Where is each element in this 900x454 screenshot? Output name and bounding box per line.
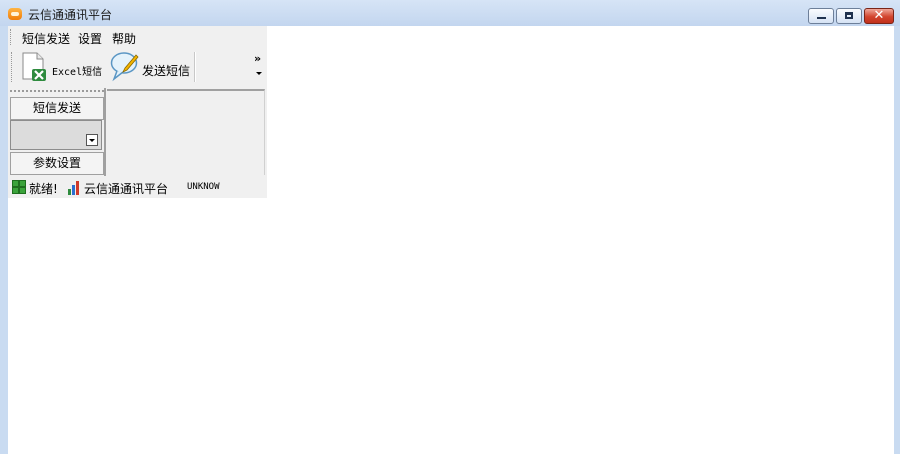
navigation-panel-area: 短信发送 参数设置 xyxy=(8,88,267,176)
nav-parameter-settings[interactable]: 参数设置 xyxy=(10,152,104,175)
status-ready-text: 就绪! xyxy=(29,182,58,196)
content-pane xyxy=(107,89,265,175)
panel-drag-handle[interactable] xyxy=(10,90,104,92)
minimize-icon xyxy=(817,17,826,19)
minimize-button[interactable] xyxy=(808,8,834,24)
close-button[interactable]: ✕ xyxy=(864,8,894,24)
nav-combo-box[interactable] xyxy=(10,120,102,150)
excel-sms-label: Excel短信 xyxy=(52,67,103,78)
excel-sms-button[interactable]: Excel短信 xyxy=(18,50,104,84)
status-platform-text: 云信通通讯平台 xyxy=(84,182,169,196)
send-sms-label: 发送短信 xyxy=(142,64,191,78)
menu-help[interactable]: 帮助 xyxy=(112,30,136,47)
menu-settings[interactable]: 设置 xyxy=(78,30,102,47)
maximize-button[interactable] xyxy=(836,8,862,24)
window-title: 云信通通讯平台 xyxy=(28,8,113,22)
menu-grip[interactable] xyxy=(10,29,13,45)
menu-sms-send[interactable]: 短信发送 xyxy=(22,30,70,47)
excel-document-icon xyxy=(22,52,46,81)
toolbar: Excel短信 发送短信 » xyxy=(8,48,267,88)
send-sms-button[interactable]: 发送短信 xyxy=(108,50,192,84)
menu-bar: 短信发送 设置 帮助 xyxy=(8,26,267,48)
ready-grid-icon xyxy=(12,180,26,194)
main-client-area: 短信发送 设置 帮助 Excel短信 发送短信 » 短信发送 参数设置 就绪! … xyxy=(8,26,894,454)
panel-splitter[interactable] xyxy=(104,88,106,176)
status-state-text: UNKNOW xyxy=(187,182,220,192)
toolbar-grip[interactable] xyxy=(11,52,14,82)
app-logo-icon xyxy=(8,8,22,20)
close-icon: ✕ xyxy=(873,8,885,23)
nav-sms-send-header[interactable]: 短信发送 xyxy=(10,97,104,120)
speech-bubble-pencil-icon xyxy=(110,52,139,82)
toolbar-dropdown-arrow-icon[interactable] xyxy=(256,72,262,75)
chevron-down-icon[interactable] xyxy=(86,134,98,146)
title-bar[interactable]: 云信通通讯平台 ✕ xyxy=(0,0,900,26)
maximize-icon xyxy=(845,12,853,19)
status-bar: 就绪! 云信通通讯平台 UNKNOW xyxy=(8,176,267,198)
toolbar-separator xyxy=(194,52,196,82)
toolbar-overflow-chevron-icon[interactable]: » xyxy=(254,52,261,65)
app-window: 云信通通讯平台 ✕ 短信发送 设置 帮助 Excel短信 发送短信 » 短信发送… xyxy=(0,0,900,454)
signal-bars-icon xyxy=(68,180,82,195)
